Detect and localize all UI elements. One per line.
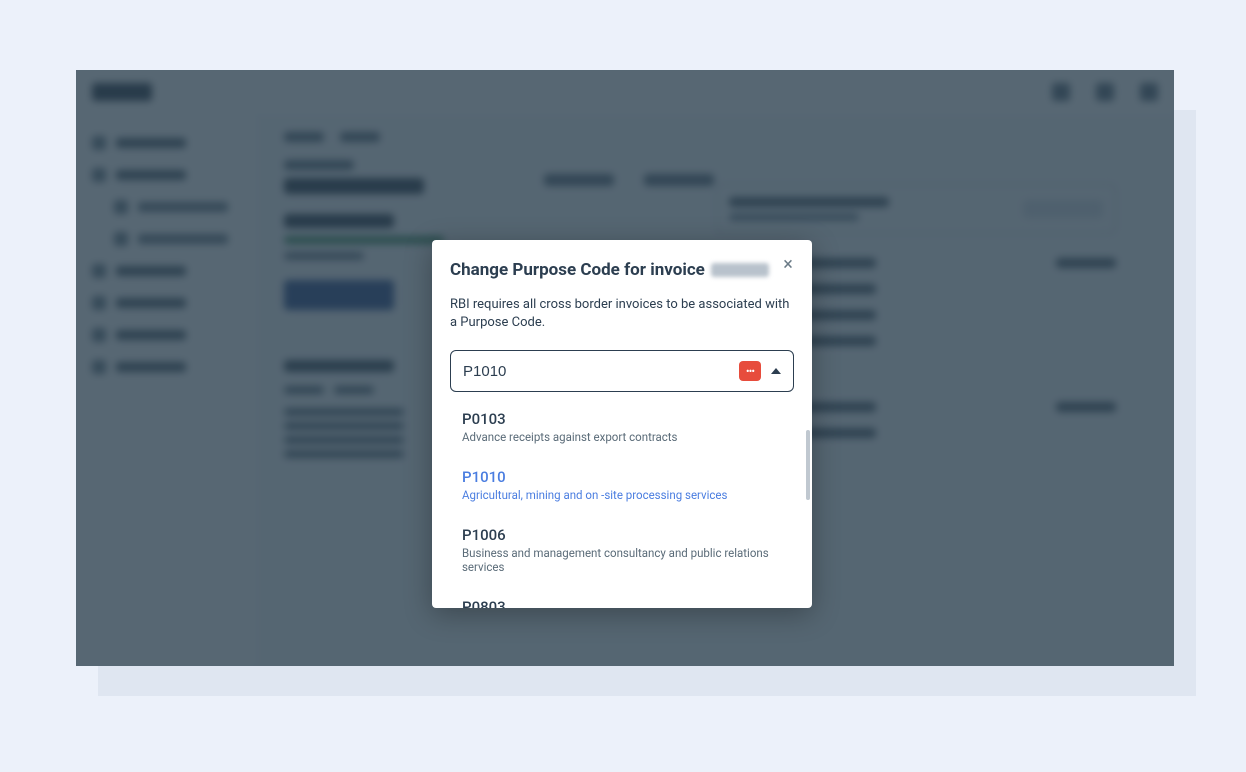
option-code: P0103	[462, 410, 786, 428]
close-icon[interactable]: ×	[778, 254, 798, 274]
option-code: P0803	[462, 598, 786, 608]
purpose-code-input[interactable]	[463, 363, 739, 380]
modal-title: Change Purpose Code for invoice	[450, 260, 794, 280]
invoice-id-redacted	[711, 263, 769, 277]
modal-description: RBI requires all cross border invoices t…	[450, 296, 794, 332]
option-desc: Agricultural, mining and on -site proces…	[462, 488, 786, 502]
dropdown-option[interactable]: P0803	[446, 586, 802, 608]
modal-title-text: Change Purpose Code for invoice	[450, 260, 705, 280]
option-desc: Business and management consultancy and …	[462, 546, 786, 574]
change-purpose-code-modal: × Change Purpose Code for invoice RBI re…	[432, 240, 812, 608]
dropdown-option[interactable]: P0103 Advance receipts against export co…	[446, 398, 802, 456]
option-code: P1010	[462, 468, 786, 486]
clear-input-button[interactable]: •••	[739, 361, 761, 381]
chevron-up-icon[interactable]	[771, 368, 781, 374]
option-code: P1006	[462, 526, 786, 544]
purpose-code-combobox[interactable]: •••	[450, 350, 794, 392]
option-desc: Advance receipts against export contract…	[462, 430, 786, 444]
purpose-code-dropdown: P0103 Advance receipts against export co…	[446, 398, 802, 608]
dropdown-option[interactable]: P1006 Business and management consultanc…	[446, 514, 802, 586]
dropdown-scrollbar[interactable]	[806, 430, 810, 500]
dropdown-option[interactable]: P1010 Agricultural, mining and on -site …	[446, 456, 802, 514]
